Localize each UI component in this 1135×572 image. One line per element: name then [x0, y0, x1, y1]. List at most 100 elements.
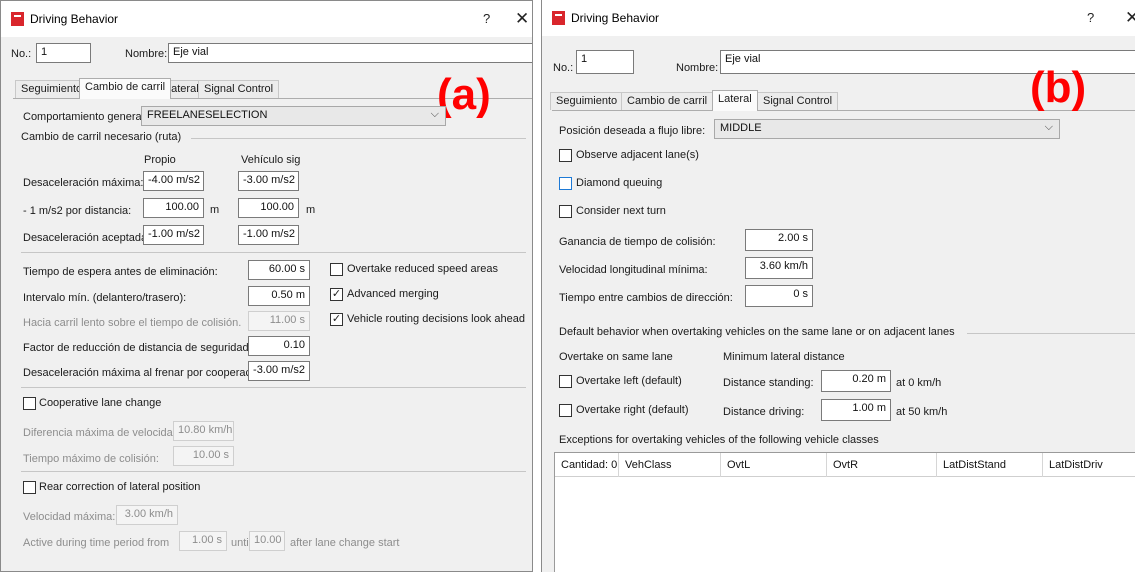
coop-decel-label: Desaceleración máxima al frenar por coop… — [23, 367, 269, 379]
consider-next-turn-label: Consider next turn — [576, 205, 666, 217]
per-distance-veh-input[interactable]: 100.00 — [238, 198, 299, 218]
decel-aceptada-label: Desaceleración aceptada: — [23, 232, 151, 244]
intervalo-label: Intervalo mín. (delantero/trasero): — [23, 292, 187, 304]
per-distance-label: - 1 m/s2 por distancia: — [23, 205, 132, 217]
exceptions-table[interactable]: Cantidad: 0 VehClass OvtL OvtR LatDistSt… — [554, 452, 1135, 572]
overtake-reduced-checkbox[interactable] — [330, 263, 343, 276]
tiempo-col-input[interactable]: 10.00 s — [173, 446, 234, 466]
exceptions-table-header: Cantidad: 0 VehClass OvtL OvtR LatDistSt… — [555, 453, 1135, 477]
active-from-input[interactable]: 1.00 s — [179, 531, 227, 551]
col-ovtl[interactable]: OvtL — [721, 453, 827, 477]
driving-behavior-dialog-a: Driving Behavior ? ✕ No.: 1 Nombre: Eje … — [0, 0, 533, 572]
unit-m: m — [210, 204, 220, 216]
col-latdiststand[interactable]: LatDistStand — [937, 453, 1043, 477]
no-input[interactable]: 1 — [576, 50, 634, 74]
panel-tag-b: (b) — [1030, 63, 1087, 112]
col-ovtr[interactable]: OvtR — [827, 453, 937, 477]
no-input[interactable]: 1 — [36, 43, 91, 63]
tab-seguimiento[interactable]: Seguimiento — [15, 80, 89, 98]
close-icon[interactable]: ✕ — [515, 9, 529, 29]
vehicle-routing-checkbox[interactable]: ✓ — [330, 313, 343, 326]
tab-cambio-de-carril[interactable]: Cambio de carril — [621, 92, 714, 110]
tab-signal-control[interactable]: Signal Control — [198, 80, 280, 98]
cooperative-lane-change-checkbox[interactable] — [23, 397, 36, 410]
advanced-merging-label: Advanced merging — [347, 288, 439, 300]
consider-next-turn-checkbox[interactable] — [559, 205, 572, 218]
overtake-left-checkbox[interactable] — [559, 375, 572, 388]
coop-decel-input[interactable]: -3.00 m/s2 — [248, 361, 310, 381]
distance-standing-label: Distance standing: — [723, 377, 814, 389]
advanced-merging-checkbox[interactable]: ✓ — [330, 288, 343, 301]
section-divider — [967, 333, 1135, 334]
help-icon[interactable]: ? — [1087, 10, 1094, 25]
tiempo-col-label: Tiempo máximo de colisión: — [23, 453, 159, 465]
col-cantidad[interactable]: Cantidad: 0 — [555, 453, 619, 477]
vel-long-label: Velocidad longitudinal mínima: — [559, 264, 708, 276]
chevron-down-icon: ⌵ — [430, 108, 439, 120]
at-0-kmh-label: at 0 km/h — [896, 377, 942, 389]
overtake-left-label: Overtake left (default) — [576, 375, 682, 387]
window-title-b: Driving Behavior — [571, 11, 660, 25]
default-behavior-heading: Default behavior when overtaking vehicle… — [559, 326, 955, 338]
vel-max-label: Velocidad máxima: — [23, 511, 116, 523]
distance-standing-input[interactable]: 0.20 m — [821, 370, 891, 392]
intervalo-input[interactable]: 0.50 m — [248, 286, 310, 306]
tiempo-dir-input[interactable]: 0 s — [745, 285, 813, 307]
dif-vel-input[interactable]: 10.80 km/h — [173, 421, 234, 441]
col-header-vehiculo: Vehículo sig — [241, 154, 301, 166]
tab-lateral[interactable]: Lateral — [712, 90, 758, 111]
ganancia-input[interactable]: 2.00 s — [745, 229, 813, 251]
window-title-a: Driving Behavior — [30, 12, 119, 26]
col-header-propio: Propio — [144, 154, 176, 166]
posicion-value: MIDDLE — [720, 122, 762, 134]
observe-adjacent-checkbox[interactable] — [559, 149, 572, 162]
col-vehclass[interactable]: VehClass — [619, 453, 721, 477]
espera-label: Tiempo de espera antes de eliminación: — [23, 266, 218, 278]
col-latdistdriv[interactable]: LatDistDriv — [1043, 453, 1135, 477]
active-until-input[interactable]: 10.00 s — [249, 531, 285, 551]
decel-max-propio-input[interactable]: -4.00 m/s2 — [143, 171, 204, 191]
comportamiento-general-value: FREELANESELECTION — [147, 109, 268, 121]
ganancia-label: Ganancia de tiempo de colisión: — [559, 236, 716, 248]
tab-cambio-de-carril[interactable]: Cambio de carril — [79, 78, 172, 99]
active-period-label: Active during time period from — [23, 537, 170, 549]
factor-input[interactable]: 0.10 — [248, 336, 310, 356]
overtake-same-lane-label: Overtake on same lane — [559, 351, 673, 363]
posicion-label: Posición deseada a flujo libre: — [559, 125, 706, 137]
tab-seguimiento[interactable]: Seguimiento — [550, 92, 624, 110]
app-logo-icon — [11, 12, 24, 26]
factor-label: Factor de reducción de distancia de segu… — [23, 342, 252, 354]
after-lane-change-label: after lane change start — [290, 537, 400, 549]
espera-input[interactable]: 60.00 s — [248, 260, 310, 280]
posicion-select[interactable]: MIDDLE ⌵ — [714, 119, 1060, 139]
comportamiento-general-select[interactable]: FREELANESELECTION ⌵ — [141, 106, 446, 126]
diamond-queuing-checkbox[interactable] — [559, 177, 572, 190]
vel-long-input[interactable]: 3.60 km/h — [745, 257, 813, 279]
section-divider — [21, 471, 526, 472]
hacia-carril-input[interactable]: 11.00 s — [248, 311, 310, 331]
distance-driving-input[interactable]: 1.00 m — [821, 399, 891, 421]
rear-correction-label: Rear correction of lateral position — [39, 481, 201, 493]
rear-correction-checkbox[interactable] — [23, 481, 36, 494]
tab-signal-control[interactable]: Signal Control — [757, 92, 839, 110]
no-label: No.: — [553, 62, 574, 74]
per-distance-propio-input[interactable]: 100.00 — [143, 198, 204, 218]
help-icon[interactable]: ? — [483, 11, 490, 26]
decel-aceptada-propio-input[interactable]: -1.00 m/s2 — [143, 225, 204, 245]
nombre-input[interactable]: Eje vial — [168, 43, 532, 63]
nombre-label: Nombre: — [125, 48, 168, 60]
close-icon[interactable]: ✕ — [1125, 8, 1135, 28]
tiempo-dir-label: Tiempo entre cambios de dirección: — [559, 292, 733, 304]
decel-max-label: Desaceleración máxima: — [23, 177, 144, 189]
decel-max-veh-input[interactable]: -3.00 m/s2 — [238, 171, 299, 191]
cooperative-lane-change-label: Cooperative lane change — [39, 397, 162, 409]
section-divider — [191, 138, 526, 139]
driving-behavior-dialog-b: Driving Behavior ? ✕ No.: 1 Nombre: Eje … — [541, 0, 1135, 572]
vel-max-input[interactable]: 3.00 km/h — [116, 505, 178, 525]
decel-aceptada-veh-input[interactable]: -1.00 m/s2 — [238, 225, 299, 245]
section-divider — [21, 252, 526, 253]
app-logo-icon — [552, 11, 565, 25]
diamond-queuing-label: Diamond queuing — [576, 177, 663, 189]
overtake-right-checkbox[interactable] — [559, 404, 572, 417]
no-label: No.: — [11, 48, 32, 60]
